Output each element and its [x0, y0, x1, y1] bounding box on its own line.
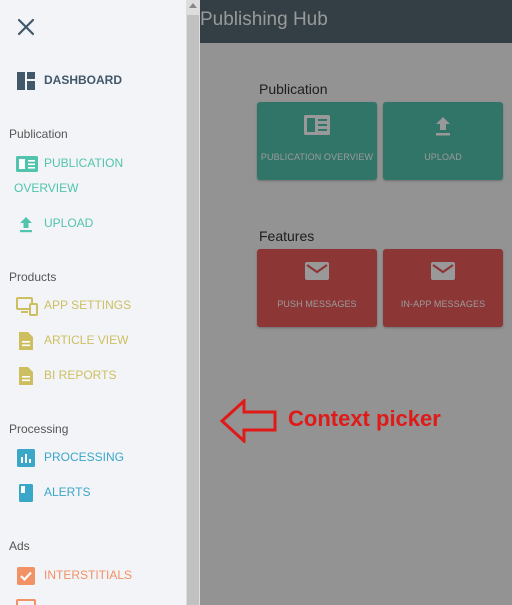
upload-icon	[16, 214, 36, 234]
book-icon	[16, 483, 36, 503]
frame-icon	[16, 599, 36, 605]
sidebar-item-label: PROCESSING	[44, 450, 125, 464]
document-icon	[16, 331, 36, 351]
sidebar-item-label: BI REPORTS	[44, 368, 117, 382]
drawer-scrollbar[interactable]	[186, 0, 200, 605]
sidebar-item-label: DASHBOARD	[44, 73, 122, 87]
sidebar-item-label: INTERSTITIALS	[44, 568, 133, 582]
close-icon	[17, 18, 35, 36]
scrollbar-thumb[interactable]	[187, 15, 199, 605]
devices-icon	[16, 296, 38, 316]
close-button[interactable]	[14, 15, 38, 39]
navigation-drawer: DASHBOARD Publication PUBLICATION OVERVI…	[0, 0, 200, 605]
sidebar-group-processing: Processing	[9, 422, 69, 436]
sidebar-item-label: ARTICLE VIEW	[44, 333, 129, 347]
sidebar-group-ads: Ads	[9, 539, 30, 553]
sidebar-item-label: UPLOAD	[44, 216, 94, 230]
annotation-label: Context picker	[288, 406, 441, 431]
sidebar-group-products: Products	[9, 270, 57, 284]
checkbox-icon	[16, 566, 36, 586]
sidebar-item-label: PUBLICATION OVERVIEW	[14, 156, 124, 195]
sidebar-item-label: APP SETTINGS	[44, 298, 132, 312]
dashboard-icon	[16, 71, 36, 91]
document-icon	[16, 366, 36, 386]
drawer-content: DASHBOARD Publication PUBLICATION OVERVI…	[0, 0, 186, 605]
bar-chart-icon	[16, 448, 36, 468]
sidebar-item-label: ALERTS	[44, 485, 91, 499]
annotation-arrow-icon	[219, 397, 279, 448]
sidebar-group-publication: Publication	[9, 127, 68, 141]
scroll-up-arrow-icon[interactable]	[189, 3, 197, 8]
